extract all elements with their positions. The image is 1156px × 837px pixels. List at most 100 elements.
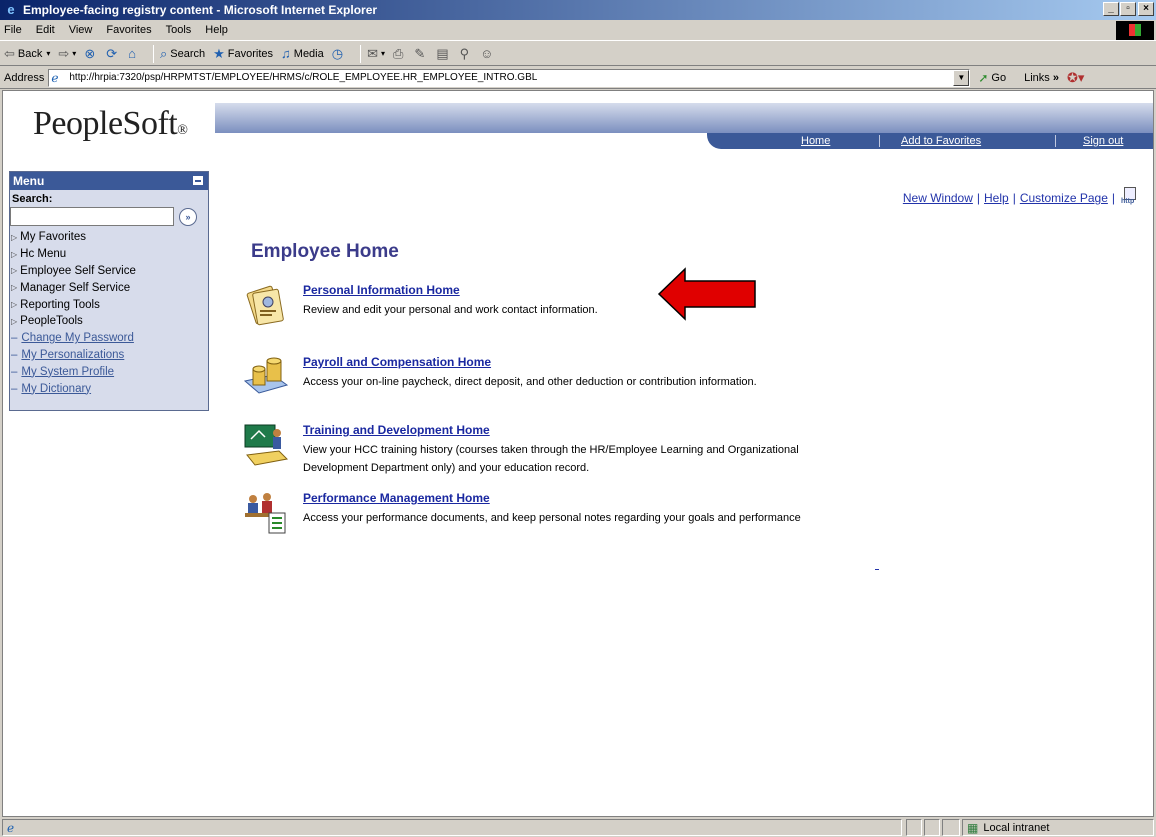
discuss-icon: ▤: [436, 45, 449, 61]
menu-folder-hc-menu[interactable]: ▷ Hc Menu: [10, 246, 208, 263]
edit-button[interactable]: ✎: [414, 46, 428, 62]
status-cell: [906, 819, 922, 836]
print-button[interactable]: ⎙: [393, 46, 406, 62]
toolbar-separator: [360, 44, 362, 63]
expand-triangle-icon: ▷: [11, 300, 18, 310]
address-dropdown-icon[interactable]: ▼: [953, 69, 970, 86]
back-button[interactable]: ⇦ Back ▾: [4, 46, 50, 62]
window-titlebar: e Employee-facing registry content - Mic…: [0, 0, 1156, 20]
page-viewport: PeopleSoft® Home Add to Favorites Sign o…: [2, 90, 1154, 817]
peoplesoft-logo: PeopleSoft®: [33, 105, 188, 142]
training-development-home-link[interactable]: Training and Development Home: [303, 423, 490, 437]
menu-folder-manager-self-service[interactable]: ▷ Manager Self Service: [10, 279, 208, 296]
zone-label: Local intranet: [983, 821, 1050, 834]
search-go-icon[interactable]: »: [179, 207, 197, 226]
menu-search-input[interactable]: [10, 207, 174, 226]
home-button[interactable]: ⌂: [128, 46, 139, 61]
performance-meeting-icon: [245, 493, 286, 534]
close-icon[interactable]: ×: [1138, 2, 1154, 16]
nav-home-link[interactable]: Home: [801, 135, 830, 147]
go-arrow-icon: ➚: [978, 70, 989, 85]
menu-file[interactable]: File: [4, 24, 22, 36]
customize-page-link[interactable]: Customize Page: [1020, 191, 1108, 205]
window-title: Employee-facing registry content - Micro…: [23, 3, 378, 17]
expand-triangle-icon: ▷: [11, 249, 18, 259]
collapse-icon[interactable]: [192, 175, 204, 186]
nav-add-favorites-link[interactable]: Add to Favorites: [901, 135, 981, 147]
menu-folder-reporting-tools[interactable]: ▷ Reporting Tools: [10, 296, 208, 313]
links-button[interactable]: Links »: [1024, 72, 1059, 84]
menu-list: ▷ My Favorites ▷ Hc Menu ▷ Employee Self Se…: [10, 229, 208, 397]
forward-dropdown-icon[interactable]: ▾: [72, 49, 76, 58]
page-title: Employee Home: [251, 241, 399, 262]
menu-link-system-profile[interactable]: – My System Profile: [10, 363, 208, 380]
back-label: Back: [17, 47, 43, 60]
menu-folder-label: Reporting Tools: [20, 298, 100, 311]
nav-sign-out-link[interactable]: Sign out: [1083, 135, 1123, 147]
menu-folder-employee-self-service[interactable]: ▷ Employee Self Service: [10, 263, 208, 280]
favorites-button[interactable]: ★ Favorites: [213, 46, 273, 62]
maximize-icon[interactable]: ▫: [1120, 2, 1136, 16]
header-band: Home Add to Favorites Sign out: [215, 103, 1153, 149]
toolbar-extension-icon[interactable]: ✪▾: [1067, 70, 1084, 86]
edit-icon: ✎: [414, 45, 426, 61]
menu-tools[interactable]: Tools: [166, 24, 192, 36]
forward-button[interactable]: ⇨ ▾: [58, 46, 76, 62]
messenger-button[interactable]: ☺: [480, 46, 496, 61]
left-menu: Menu Search: » ▷ My Favorites ▷ Hc Menu ▷ E…: [9, 171, 209, 411]
window-controls: _ ▫ ×: [1102, 2, 1154, 16]
page-links: New Window | Help | Customize Page | htt…: [903, 187, 1137, 209]
favorites-label: Favorites: [227, 47, 274, 60]
personal-information-home-link[interactable]: Personal Information Home: [303, 283, 460, 297]
address-url: http://hrpia:7320/psp/HRPMTST/EMPLOYEE/H…: [69, 72, 538, 83]
performance-management-home-link[interactable]: Performance Management Home: [303, 491, 490, 505]
refresh-button[interactable]: ⟳: [106, 46, 120, 62]
menu-title: Menu: [13, 174, 45, 188]
back-dropdown-icon[interactable]: ▾: [46, 49, 50, 58]
http-page-icon[interactable]: http: [1121, 187, 1137, 209]
menu-search-row: »: [10, 207, 208, 226]
payroll-compensation-home-link[interactable]: Payroll and Compensation Home: [303, 355, 491, 369]
menu-link-label: My System Profile: [21, 365, 115, 378]
stop-icon: ⊗: [84, 45, 96, 61]
help-link[interactable]: Help: [984, 191, 1009, 205]
menu-favorites[interactable]: Favorites: [106, 24, 151, 36]
menu-folder-my-favorites[interactable]: ▷ My Favorites: [10, 229, 208, 246]
stray-link-mark: [875, 569, 879, 570]
menu-link-change-password[interactable]: – Change My Password: [10, 330, 208, 347]
status-page-icon: ℯ: [7, 820, 15, 835]
media-button[interactable]: ♫ Media: [281, 46, 324, 61]
payroll-compensation-desc: Access your on-line paycheck, direct dep…: [303, 376, 757, 388]
address-input[interactable]: ℯ http://hrpia:7320/psp/HRPMTST/EMPLOYEE…: [48, 68, 971, 87]
menu-edit[interactable]: Edit: [36, 24, 55, 36]
intranet-zone-icon: ▦: [967, 820, 979, 835]
menu-bar: File Edit View Favorites Tools Help: [0, 20, 1156, 41]
minimize-icon[interactable]: _: [1103, 2, 1119, 16]
menu-link-label: My Personalizations: [21, 348, 125, 361]
menu-folder-label: Employee Self Service: [20, 264, 136, 277]
go-button[interactable]: ➚ Go: [978, 71, 1006, 85]
menu-link-personalizations[interactable]: – My Personalizations: [10, 347, 208, 364]
menu-link-label: Change My Password: [21, 332, 134, 345]
menu-folder-peopletools[interactable]: ▷ PeopleTools: [10, 313, 208, 330]
stop-button[interactable]: ⊗: [84, 46, 98, 62]
menu-help[interactable]: Help: [205, 24, 228, 36]
history-button[interactable]: ◷: [332, 46, 346, 62]
mail-icon: ✉: [367, 45, 378, 61]
training-development-desc: View your HCC training history (courses …: [303, 444, 799, 474]
new-window-link[interactable]: New Window: [903, 191, 973, 205]
links-label: Links: [1024, 71, 1050, 84]
menu-header: Menu: [10, 172, 208, 190]
search-button[interactable]: ⌕ Search: [160, 46, 205, 62]
status-cell: [924, 819, 940, 836]
mail-button[interactable]: ✉ ▾: [367, 46, 385, 62]
favorites-icon: ★: [213, 45, 225, 61]
discuss-button[interactable]: ▤: [436, 46, 451, 62]
red-arrow-annotation-icon: [657, 267, 756, 321]
research-button[interactable]: ⚲: [460, 46, 473, 62]
menu-link-dictionary[interactable]: – My Dictionary: [10, 380, 208, 397]
performance-management-desc: Access your performance documents, and k…: [303, 512, 801, 524]
menu-folder-label: Manager Self Service: [20, 281, 131, 294]
menu-view[interactable]: View: [69, 24, 93, 36]
ie-logo-icon: e: [7, 2, 15, 17]
